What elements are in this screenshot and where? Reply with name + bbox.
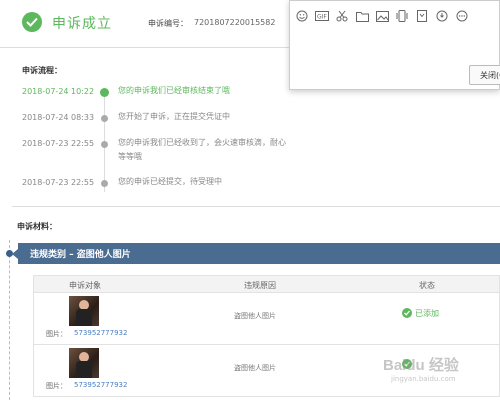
column-header: 申诉对象	[69, 281, 101, 290]
page-title: 申诉成立	[52, 16, 112, 32]
close-button[interactable]: 关闭(C	[469, 65, 500, 85]
chat-popup: GIF 关闭(C	[289, 0, 500, 90]
picture-id-link[interactable]: 573952777932	[74, 329, 127, 337]
step-dot	[101, 115, 108, 122]
phone-icon[interactable]	[395, 9, 409, 23]
step-dot	[101, 141, 108, 148]
step-text: 您开始了申诉，正在提交凭证中	[118, 112, 230, 121]
step-text: 您的申诉我们已经收到了，会火速审核滴，耐心等等哦	[118, 138, 286, 161]
scissors-icon[interactable]	[335, 9, 349, 23]
image-icon[interactable]	[375, 9, 389, 23]
sticker-icon[interactable]	[415, 9, 429, 23]
folder-icon[interactable]	[355, 9, 369, 23]
watermark: Baidu 经验 jingyan.baidu.com	[383, 348, 493, 388]
dashed-guide	[9, 240, 10, 400]
step-text: 您的申诉已经提交，待受理中	[118, 177, 222, 186]
violation-reason: 盗图他人图片	[234, 364, 276, 372]
watermark-text: Baidu 经验	[383, 357, 459, 374]
watermark-url: jingyan.baidu.com	[391, 375, 456, 383]
violation-reason: 盗图他人图片	[234, 312, 276, 320]
step-dot	[100, 88, 109, 97]
step-text: 您的申诉我们已经审核结束了哦	[118, 86, 230, 95]
step-time: 2018-07-23 22:55	[22, 139, 95, 148]
column-header: 状态	[419, 281, 435, 290]
picture-label: 图片：	[46, 382, 67, 390]
popup-toolbar: GIF	[295, 9, 469, 23]
complaint-number-label: 申诉编号：	[148, 19, 188, 28]
step-time: 2018-07-24 10:22	[22, 87, 95, 96]
status-badge: 已添加	[402, 307, 439, 319]
thumbnail-image[interactable]	[69, 348, 99, 378]
thumbnail-image[interactable]	[69, 296, 99, 326]
status-text: 已添加	[415, 309, 439, 318]
materials-label: 申诉材料：	[17, 222, 57, 231]
table-row: 图片： 573952777932 盗图他人图片 已添加	[33, 293, 500, 345]
success-check-icon	[22, 12, 42, 32]
complaint-number: 7201807220015582	[194, 18, 276, 27]
column-header: 违规原因	[244, 281, 276, 290]
picture-label: 图片：	[46, 330, 67, 338]
svg-text:GIF: GIF	[317, 14, 327, 21]
step-dot	[101, 180, 108, 187]
step-time: 2018-07-24 08:33	[22, 113, 95, 122]
smile-icon[interactable]	[295, 9, 309, 23]
process-label: 申诉流程：	[22, 66, 62, 75]
record-icon[interactable]	[435, 9, 449, 23]
check-icon	[402, 307, 412, 318]
table-header: 申诉对象 违规原因 状态	[33, 275, 500, 293]
more-icon[interactable]	[455, 9, 469, 23]
section-divider	[12, 206, 500, 207]
gif-icon[interactable]: GIF	[315, 9, 329, 23]
violation-category-bar: 违规类别 – 盗图他人图片	[12, 243, 500, 264]
picture-id-link[interactable]: 573952777932	[74, 381, 127, 389]
step-time: 2018-07-23 22:55	[22, 178, 95, 187]
